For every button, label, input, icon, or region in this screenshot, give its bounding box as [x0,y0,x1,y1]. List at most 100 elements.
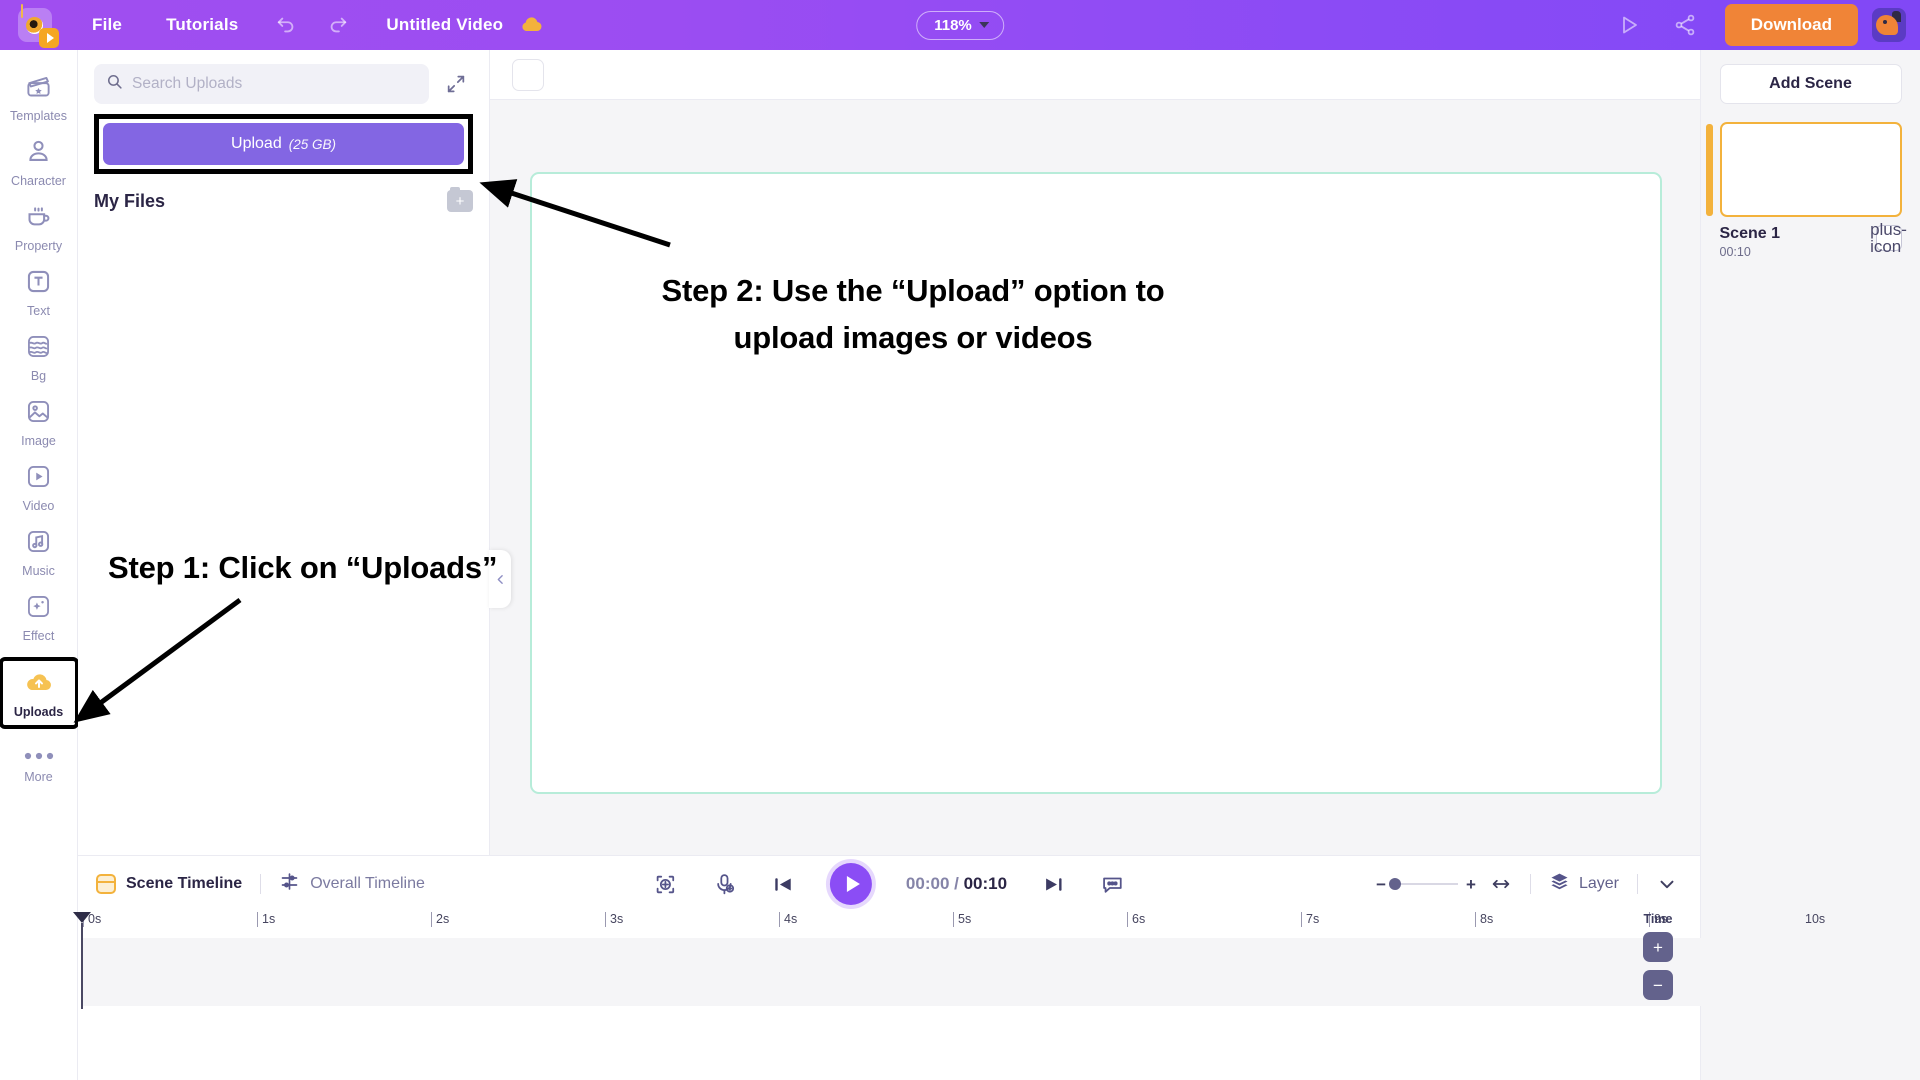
sidebar-label: More [24,770,53,784]
left-tool-rail: Templates Character Property Text Bg Ima… [0,50,79,1080]
sidebar-item-uploads[interactable]: Uploads [0,657,79,729]
fit-to-frame-icon[interactable] [653,872,678,897]
playhead-line [81,923,83,1009]
sidebar-item-character[interactable]: Character [3,129,75,194]
undo-icon[interactable] [260,0,312,50]
caption-icon[interactable] [1100,872,1125,897]
add-scene-button[interactable]: Add Scene [1719,64,1902,104]
ruler-tick: 5s [953,912,971,927]
scene-active-indicator [1705,124,1713,216]
playback-controls: 00:00 / 00:10 [653,863,1125,905]
layer-button[interactable]: Layer [1549,871,1619,897]
zoom-level-selector[interactable]: 118% [916,10,1004,40]
sidebar-label: Templates [10,109,67,123]
ruler-tick: 2s [431,912,449,927]
scene-duration: 00:10 [1719,245,1751,259]
timeline-ruler-area: 0s 1s 2s 3s 4s 5s 6s 7s 8s 9s 10s Time +… [73,912,1825,1080]
zoom-out-button[interactable]: − [1376,876,1386,893]
tab-overall-timeline[interactable]: Overall Timeline [279,871,425,897]
canvas-toolbar [490,50,1700,100]
upload-button-label: Upload [231,135,282,152]
scene-card: Scene 1 00:10 plus-icon [1705,122,1907,259]
download-button[interactable]: Download [1724,4,1858,46]
expand-arrows-icon[interactable] [439,67,473,101]
slider-knob[interactable] [1389,878,1402,890]
search-icon [106,73,123,95]
overall-timeline-icon [279,871,300,897]
sidebar-item-image[interactable]: Image [3,389,75,454]
layers-icon [25,333,52,365]
ruler-tick: 6s [1127,912,1145,927]
sidebar-label: Bg [30,369,47,383]
sidebar-label: Text [27,304,50,318]
sidebar-label: Image [21,434,56,448]
next-frame-icon[interactable] [1041,872,1066,897]
chevron-down-icon [978,22,989,28]
sidebar-label: Character [11,174,66,188]
sidebar-label: Uploads [13,705,64,719]
playhead-handle[interactable] [73,912,91,923]
play-button[interactable] [829,863,872,905]
fit-width-icon[interactable] [1490,873,1512,895]
logo-stem [21,4,23,18]
person-icon [25,138,52,170]
layers-stack-icon [1549,871,1570,897]
sidebar-item-effect[interactable]: Effect [3,584,75,649]
image-icon [25,398,52,430]
upload-button[interactable]: Upload (25 GB) [103,123,464,165]
clapperboard-icon [25,73,52,105]
sidebar-label: Music [22,564,55,578]
time-zoom-out-button[interactable]: − [1643,970,1673,1000]
sidebar-item-text[interactable]: Text [3,259,75,324]
preview-play-icon[interactable] [1603,0,1655,50]
cloud-upload-icon [24,670,54,701]
zoom-in-button[interactable]: + [1466,876,1476,893]
video-stage[interactable] [530,172,1662,794]
chevron-down-icon[interactable] [1656,873,1682,895]
scene-thumbnail[interactable] [1719,122,1902,217]
annotation-step-2-line1: Step 2: Use the “Upload” option to [661,273,1165,308]
top-bar-right: Download [1603,0,1920,50]
sidebar-item-video[interactable]: Video [3,454,75,519]
search-input[interactable] [132,75,417,93]
cloud-saved-icon [519,15,545,35]
ruler-tick: 7s [1301,912,1319,927]
share-icon[interactable] [1659,0,1711,50]
playhead[interactable] [73,912,91,1009]
menu-file[interactable]: File [70,0,144,50]
ruler-tick: 1s [257,912,275,927]
document-title[interactable]: Untitled Video [386,15,503,35]
previous-frame-icon[interactable] [771,872,796,897]
sidebar-item-templates[interactable]: Templates [3,64,75,129]
sidebar-item-bg[interactable]: Bg [3,324,75,389]
video-play-icon [25,463,52,495]
tab-scene-timeline[interactable]: Scene Timeline [96,874,242,894]
uploads-panel: Upload (25 GB) My Files + [78,50,490,855]
upload-button-highlight: Upload (25 GB) [94,114,473,174]
canvas-area [489,50,1700,855]
app-logo[interactable] [0,0,70,50]
canvas-tool-button[interactable] [512,58,544,91]
scene-name: Scene 1 [1719,225,1780,242]
sidebar-item-more[interactable]: More [3,739,75,790]
time-zoom-in-button[interactable]: + [1643,932,1673,962]
total-time: 00:10 [963,874,1008,893]
add-folder-icon[interactable]: + [447,187,473,212]
timeline-zoom-slider[interactable]: − + [1376,876,1476,893]
menu-tutorials[interactable]: Tutorials [144,0,260,50]
microphone-add-icon[interactable] [712,872,737,897]
sidebar-item-property[interactable]: Property [3,194,75,259]
scene-timeline-icon [96,874,116,894]
add-scene-after-button[interactable]: plus-icon [1870,221,1907,255]
logo-play-badge [39,28,59,48]
ruler-tick: 8s [1475,912,1493,927]
sidebar-label: Effect [22,629,55,643]
user-avatar[interactable] [1872,8,1906,42]
timeline-track[interactable] [83,938,1822,1006]
search-box[interactable] [94,64,429,104]
time-separator: / [954,874,959,893]
redo-icon[interactable] [312,0,364,50]
timeline-ruler[interactable]: 0s 1s 2s 3s 4s 5s 6s 7s 8s 9s 10s [83,912,1825,938]
sidebar-item-music[interactable]: Music [3,519,75,584]
slider-track[interactable] [1389,878,1459,890]
